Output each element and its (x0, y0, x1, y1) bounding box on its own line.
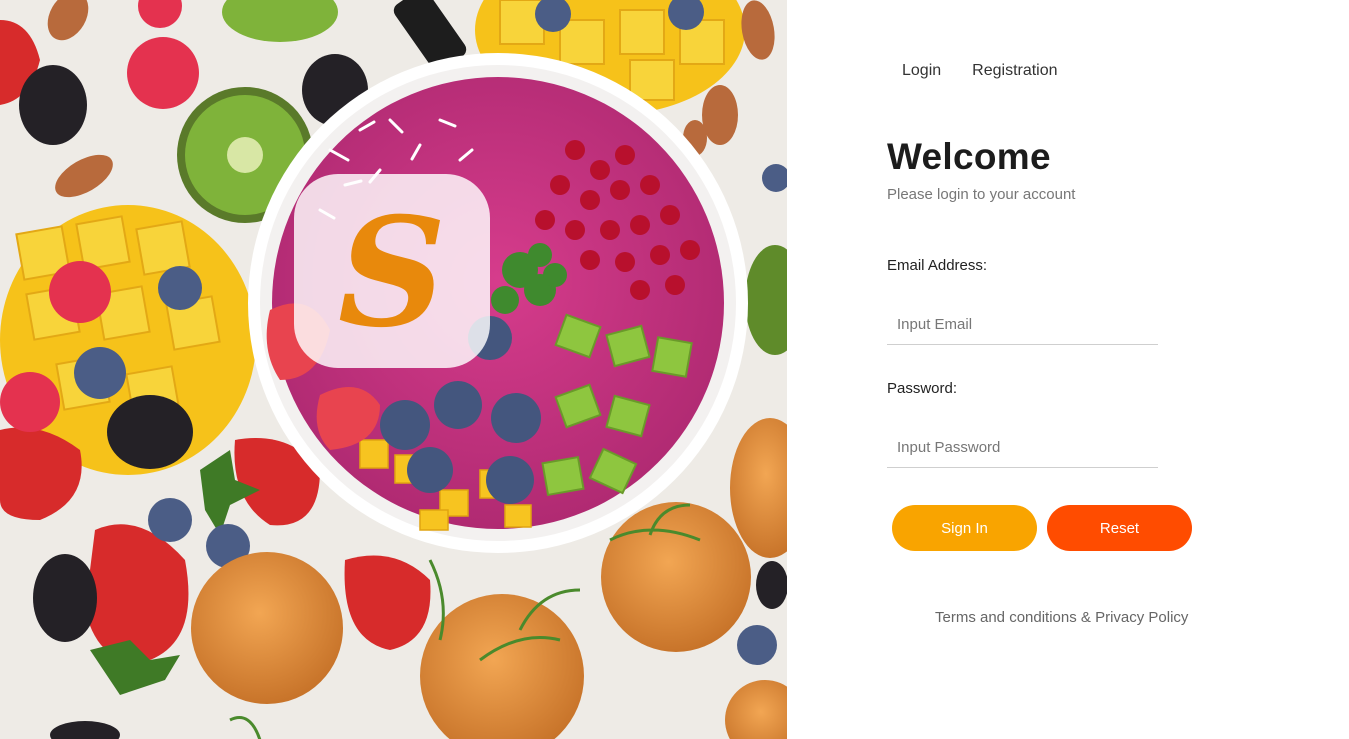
svg-text:S: S (338, 185, 446, 361)
nav-login-link[interactable]: Login (902, 62, 941, 80)
login-panel: Login Registration Welcome Please login … (787, 0, 1349, 739)
sign-in-button[interactable]: Sign In (892, 505, 1037, 551)
password-input[interactable] (887, 428, 1158, 468)
reset-button[interactable]: Reset (1047, 505, 1192, 551)
hero-food-image: S (0, 0, 787, 739)
nav-registration-link[interactable]: Registration (972, 62, 1057, 80)
terms-privacy-link[interactable]: Terms and conditions & Privacy Policy (935, 609, 1188, 626)
page-title: Welcome (887, 136, 1051, 177)
fruit-bowl-illustration: S (0, 0, 787, 739)
brand-s-logo-icon: S (294, 174, 490, 368)
top-nav: Login Registration (902, 62, 1058, 80)
email-label: Email Address: (887, 257, 988, 274)
email-input[interactable] (887, 305, 1158, 345)
page-subtitle: Please login to your account (887, 186, 1076, 203)
password-label: Password: (887, 380, 958, 397)
